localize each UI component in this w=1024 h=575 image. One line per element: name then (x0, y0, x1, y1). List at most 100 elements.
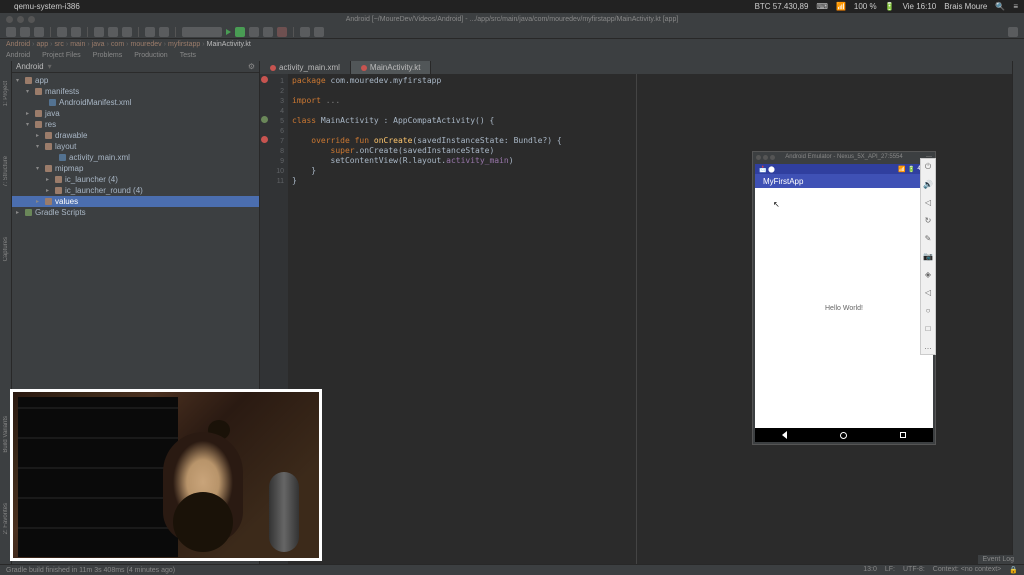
crumb-6[interactable]: mouredev (131, 41, 162, 48)
crumb-5[interactable]: com (111, 41, 124, 48)
crumb-7[interactable]: myfirstapp (168, 41, 200, 48)
crumb-4[interactable]: java (92, 41, 105, 48)
tool-project[interactable]: 1: Project (3, 81, 9, 106)
code-editor[interactable]: package com.mouredev.myfirstapp import .… (288, 74, 636, 564)
crumb-3[interactable]: main (70, 41, 85, 48)
tree-ic-launcher-round[interactable]: ▸ic_launcher_round (4) (12, 185, 259, 196)
override-marker-icon[interactable] (261, 116, 268, 123)
tree-activity-main[interactable]: activity_main.xml (12, 152, 259, 163)
lock-icon[interactable]: 🔒 (1009, 566, 1018, 574)
encoding[interactable]: UTF-8: (903, 566, 925, 574)
volume-down-icon[interactable]: ◁ (924, 198, 933, 207)
tree-values[interactable]: ▸values (12, 196, 259, 207)
app-body[interactable]: ↖ Hello World! (755, 188, 933, 428)
stop-icon[interactable] (277, 27, 287, 37)
traffic-lights[interactable] (6, 16, 35, 23)
tw-tab-production[interactable]: Production (128, 52, 173, 59)
app-name[interactable]: qemu-system-i386 (14, 2, 80, 11)
copy-icon[interactable] (108, 27, 118, 37)
undo-icon[interactable] (57, 27, 67, 37)
tw-tab-problems[interactable]: Problems (87, 52, 129, 59)
maximize-icon[interactable] (28, 16, 35, 23)
emu-min-icon[interactable] (763, 155, 768, 160)
event-log-tab[interactable]: Event Log (978, 555, 1018, 564)
emu-recents-icon[interactable]: □ (924, 324, 933, 333)
clock[interactable]: Vie 16:10 (903, 2, 937, 11)
error-marker-icon[interactable] (261, 136, 268, 143)
zoom-icon[interactable]: ◈ (924, 270, 933, 279)
tab-activity-main[interactable]: activity_main.xml (260, 61, 351, 74)
tab-main-activity[interactable]: MainActivity.kt (351, 61, 432, 74)
wifi-icon[interactable]: 📶 (836, 2, 846, 11)
emu-max-icon[interactable] (770, 155, 775, 160)
keyboard-icon[interactable]: ⌨ (816, 2, 828, 11)
tree-res[interactable]: ▾res (12, 119, 259, 130)
menu-icon[interactable]: ≡ (1013, 2, 1018, 11)
error-marker-icon[interactable] (261, 76, 268, 83)
debug-icon[interactable] (235, 27, 245, 37)
volume-up-icon[interactable]: 🔊 (924, 180, 933, 189)
run-icon[interactable] (226, 29, 231, 35)
tool-captures[interactable]: Captures (3, 237, 9, 261)
crumb-0[interactable]: Android (6, 41, 30, 48)
config-dropdown[interactable] (182, 27, 222, 37)
phone-screen[interactable]: 📩 ⬤ 📶🔋4:10 MyFirstApp ↖ Hello World! (755, 164, 933, 442)
redo-icon[interactable] (71, 27, 81, 37)
tree-ic-launcher[interactable]: ▸ic_launcher (4) (12, 174, 259, 185)
profile-icon[interactable] (249, 27, 259, 37)
search-icon[interactable] (1008, 27, 1018, 37)
tw-tab-android[interactable]: Android (0, 52, 36, 59)
macos-menu-bar: qemu-system-i386 BTC 57.430,89 ⌨ 📶 100 %… (0, 0, 1024, 13)
tool-favorites[interactable]: 2: Favorites (3, 503, 9, 534)
open-icon[interactable] (6, 27, 16, 37)
user-name[interactable]: Brais Moure (944, 2, 987, 11)
tree-manifest-file[interactable]: AndroidManifest.xml (12, 97, 259, 108)
save-icon[interactable] (20, 27, 30, 37)
cut-icon[interactable] (94, 27, 104, 37)
caret-pos[interactable]: 13:0 (863, 566, 877, 574)
close-icon[interactable] (6, 16, 13, 23)
crumb-2[interactable]: src (55, 41, 64, 48)
emu-close-icon[interactable] (756, 155, 761, 160)
tree-gear-icon[interactable]: ⚙ (248, 62, 255, 71)
paste-icon[interactable] (122, 27, 132, 37)
power-icon[interactable]: ⏻ (924, 162, 933, 171)
tree-drawable[interactable]: ▸drawable (12, 130, 259, 141)
screenshot-icon[interactable]: 📷 (924, 252, 933, 261)
tw-tab-tests[interactable]: Tests (174, 52, 202, 59)
tree-manifests[interactable]: ▾manifests (12, 86, 259, 97)
back-button[interactable] (782, 431, 787, 439)
structure-icon[interactable] (300, 27, 310, 37)
rotate-right-icon[interactable]: ✎ (924, 234, 933, 243)
avd-icon[interactable] (145, 27, 155, 37)
tree-java[interactable]: ▸java (12, 108, 259, 119)
notif-icons: 📩 ⬤ (759, 166, 775, 173)
sdk-icon[interactable] (159, 27, 169, 37)
more-icon[interactable]: … (924, 342, 933, 351)
tool-build-variants[interactable]: Build Variants (3, 416, 9, 453)
tw-tab-project[interactable]: Project Files (36, 52, 87, 59)
tool-structure[interactable]: 7: Structure (3, 156, 9, 187)
line-sep[interactable]: LF: (885, 566, 895, 574)
tree-title[interactable]: Android (16, 62, 44, 71)
tree-app[interactable]: ▾app (12, 75, 259, 86)
emu-home-icon[interactable]: ○ (924, 306, 933, 315)
emulator-title-bar[interactable]: Android Emulator - Nexus_5X_API_27:5554 … (753, 152, 935, 162)
crumb-8[interactable]: MainActivity.kt (207, 41, 251, 48)
emu-back-icon[interactable]: ◁ (924, 288, 933, 297)
minimize-icon[interactable] (17, 16, 24, 23)
signal-icon: 📶 (898, 166, 905, 173)
spotlight-icon[interactable]: 🔍 (995, 2, 1005, 11)
attach-icon[interactable] (263, 27, 273, 37)
tree-mipmap[interactable]: ▾mipmap (12, 163, 259, 174)
home-button[interactable] (840, 432, 847, 439)
tree-layout[interactable]: ▾layout (12, 141, 259, 152)
rotate-left-icon[interactable]: ↻ (924, 216, 933, 225)
gradle-icon[interactable] (314, 27, 324, 37)
emulator-window[interactable]: Android Emulator - Nexus_5X_API_27:5554 … (752, 151, 936, 445)
tree-gradle[interactable]: ▸Gradle Scripts (12, 207, 259, 218)
context[interactable]: Context: <no context> (933, 566, 1002, 574)
recents-button[interactable] (900, 432, 906, 438)
crumb-1[interactable]: app (36, 41, 48, 48)
sync-icon[interactable] (34, 27, 44, 37)
